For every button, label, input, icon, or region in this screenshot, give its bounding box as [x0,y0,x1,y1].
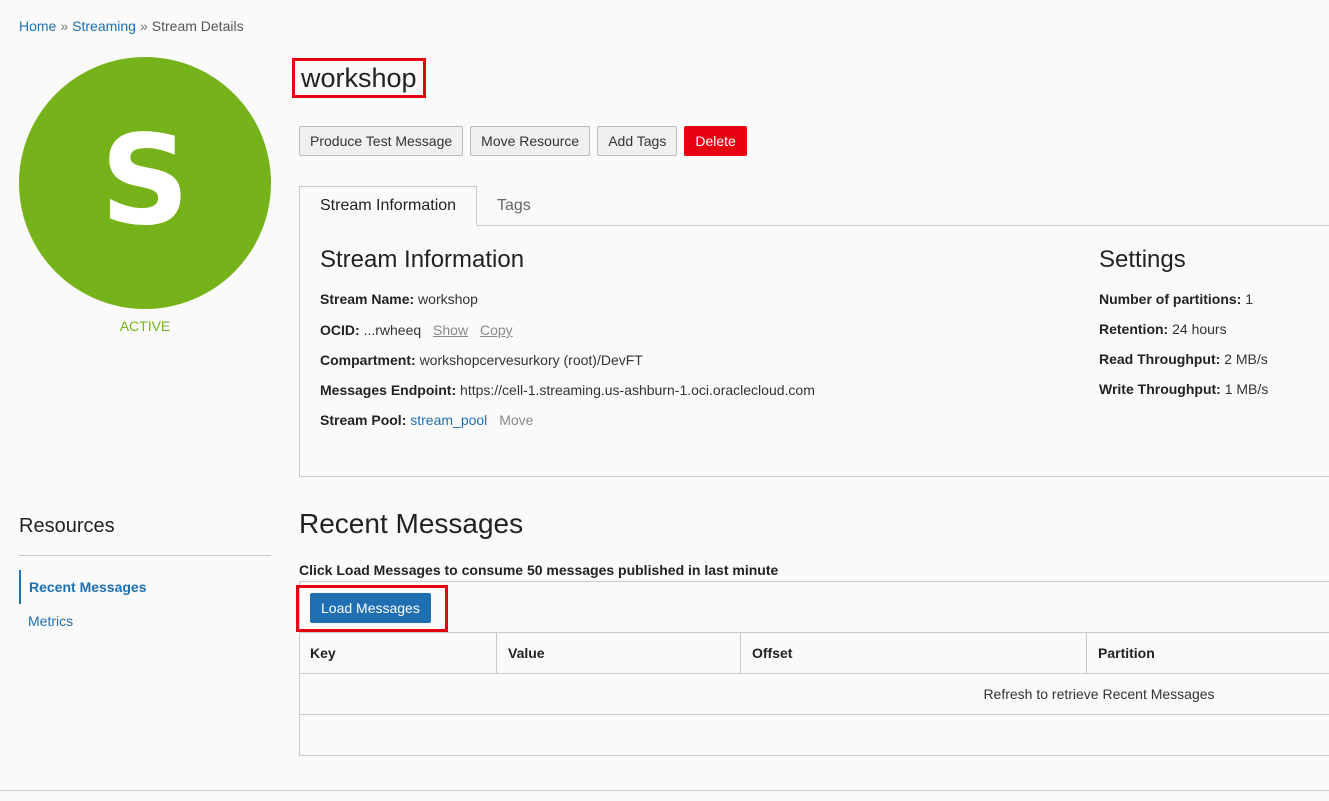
ocid-row: OCID: ...rwheeq Show Copy [320,322,513,338]
page-bottom-divider [0,790,1329,791]
retention-value: 24 hours [1172,321,1227,337]
read-throughput-label: Read Throughput: [1099,351,1221,367]
breadcrumb-streaming-link[interactable]: Streaming [72,18,136,34]
partitions-row: Number of partitions: 1 [1099,291,1253,307]
resources-heading: Resources [19,515,115,537]
retention-row: Retention: 24 hours [1099,321,1227,337]
settings-heading: Settings [1099,246,1186,273]
messages-empty-text: Refresh to retrieve Recent Messages [983,686,1215,702]
ocid-value: ...rwheeq [363,322,422,338]
stream-pool-move-link[interactable]: Move [499,412,533,428]
stream-name-value: workshop [418,291,478,307]
compartment-row: Compartment: workshopcervesurkory (root)… [320,352,643,368]
page-title-highlight: workshop [292,58,426,98]
messages-empty-row: Refresh to retrieve Recent Messages [299,674,1329,715]
stream-pool-label: Stream Pool: [320,412,407,428]
resources-item-recent-messages[interactable]: Recent Messages [19,570,269,604]
column-header-key[interactable]: Key [299,633,496,673]
breadcrumb-separator: » [139,18,148,34]
stream-pool-link[interactable]: stream_pool [410,412,487,428]
compartment-label: Compartment: [320,352,416,368]
write-throughput-value: 1 MB/s [1224,381,1269,397]
column-header-offset[interactable]: Offset [740,633,1086,673]
read-throughput-row: Read Throughput: 2 MB/s [1099,351,1268,367]
breadcrumb-current: Stream Details [151,18,244,34]
breadcrumb: Home» Streaming» Stream Details [19,18,244,34]
stream-name-label: Stream Name: [320,291,415,307]
delete-button[interactable]: Delete [684,126,747,156]
move-resource-button[interactable]: Move Resource [470,126,591,156]
produce-test-message-button[interactable]: Produce Test Message [299,126,464,156]
column-header-partition[interactable]: Partition [1086,633,1329,673]
breadcrumb-home-link[interactable]: Home [19,18,56,34]
action-toolbar: Produce Test Message Move Resource Add T… [299,126,747,156]
recent-messages-heading: Recent Messages [299,508,524,539]
load-messages-highlight: Load Messages [296,585,448,632]
ocid-label: OCID: [320,322,360,338]
ocid-show-link[interactable]: Show [433,322,468,338]
detail-tabs: Stream Information Tags [299,186,1329,226]
tab-stream-information[interactable]: Stream Information [299,186,477,226]
stream-name-row: Stream Name: workshop [320,291,478,307]
read-throughput-value: 2 MB/s [1224,351,1268,367]
add-tags-button[interactable]: Add Tags [597,126,678,156]
ocid-copy-link[interactable]: Copy [480,322,513,338]
partitions-label: Number of partitions: [1099,291,1242,307]
messages-endpoint-label: Messages Endpoint: [320,382,457,398]
recent-messages-description: Click Load Messages to consume 50 messag… [299,562,779,578]
resources-divider [19,555,271,556]
column-header-value[interactable]: Value [496,633,741,673]
load-messages-button[interactable]: Load Messages [310,593,431,623]
messages-table-header: Key Value Offset Partition [299,632,1329,674]
stream-pool-row: Stream Pool: stream_pool Move [320,412,533,428]
write-throughput-label: Write Throughput: [1099,381,1221,397]
partitions-value: 1 [1245,291,1254,307]
retention-label: Retention: [1099,321,1169,337]
stream-avatar: S [19,57,271,309]
write-throughput-row: Write Throughput: 1 MB/s [1099,381,1268,397]
avatar-letter: S [100,109,190,253]
messages-endpoint-value: https://cell-1.streaming.us-ashburn-1.oc… [460,382,815,398]
page-title: workshop [301,62,417,93]
status-label: ACTIVE [119,318,171,334]
compartment-value: workshopcervesurkory (root)/DevFT [419,352,643,368]
messages-endpoint-row: Messages Endpoint: https://cell-1.stream… [320,382,815,398]
stream-information-heading: Stream Information [320,246,525,273]
tab-tags[interactable]: Tags [477,186,551,225]
breadcrumb-separator: » [60,18,69,34]
resources-item-metrics[interactable]: Metrics [28,613,73,629]
